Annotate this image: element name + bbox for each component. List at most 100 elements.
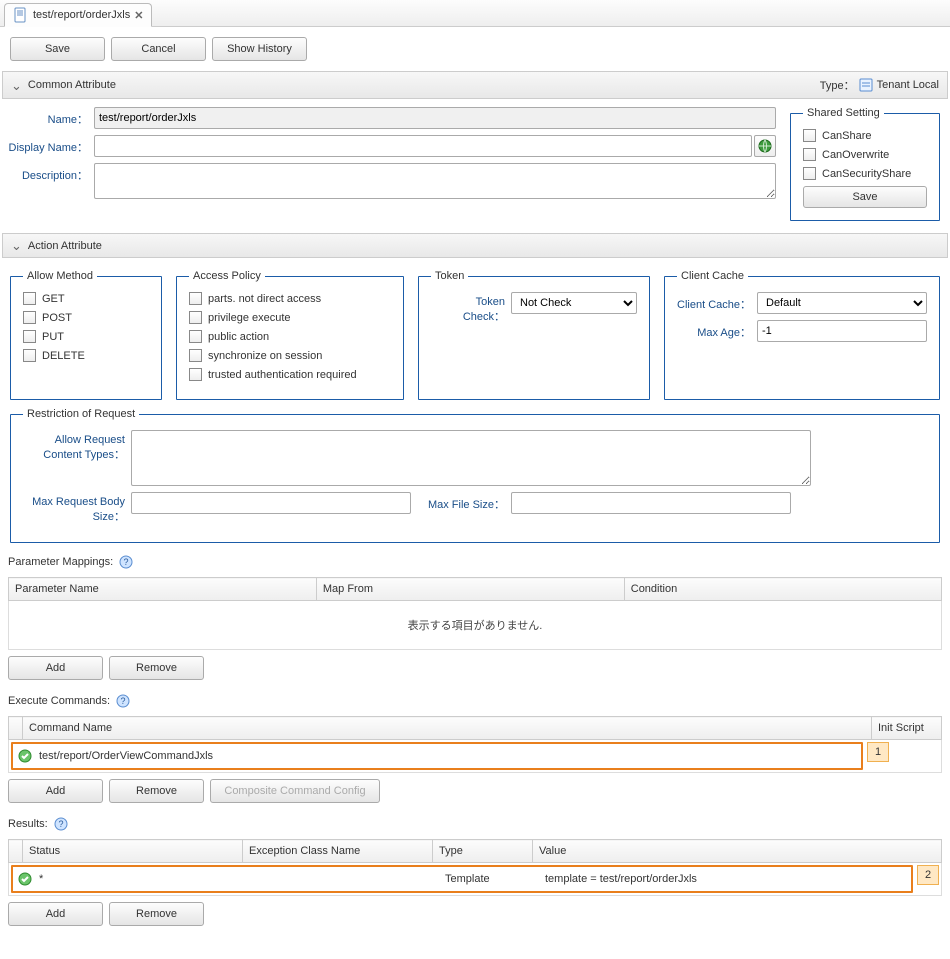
- display-name-label: Display Name：: [8, 135, 94, 155]
- globe-icon: [758, 139, 772, 153]
- result-type: Template: [445, 873, 545, 885]
- col-parameter-name[interactable]: Parameter Name: [9, 578, 317, 601]
- col-exception[interactable]: Exception Class Name: [243, 840, 433, 863]
- exec-remove-button[interactable]: Remove: [109, 779, 204, 803]
- col-command-name[interactable]: Command Name: [23, 717, 872, 740]
- section-title: Common Attribute: [28, 79, 116, 91]
- col-value[interactable]: Value: [533, 840, 942, 863]
- allow-method-fieldset: Allow Method GET POST PUT DELETE: [10, 270, 162, 400]
- put-checkbox[interactable]: [23, 330, 36, 343]
- allow-ct-field[interactable]: [131, 430, 811, 486]
- post-label: POST: [42, 312, 72, 324]
- results-add-button[interactable]: Add: [8, 902, 103, 926]
- svg-text:?: ?: [121, 696, 126, 706]
- max-file-field[interactable]: [511, 492, 791, 514]
- public-label: public action: [208, 331, 269, 343]
- delete-label: DELETE: [42, 350, 85, 362]
- can-share-label: CanShare: [822, 130, 872, 142]
- can-security-share-checkbox[interactable]: [803, 167, 816, 180]
- localize-button[interactable]: [754, 135, 776, 157]
- name-label: Name：: [8, 107, 94, 127]
- token-check-select[interactable]: Not Check: [511, 292, 637, 314]
- description-field[interactable]: [94, 163, 776, 199]
- chevron-down-icon: ⌄: [11, 239, 22, 252]
- tab-title: test/report/orderJxls: [33, 9, 130, 21]
- trusted-checkbox[interactable]: [189, 368, 202, 381]
- tab-order-jxls[interactable]: test/report/orderJxls ✕: [4, 3, 152, 27]
- result-status: *: [39, 873, 257, 885]
- param-add-button[interactable]: Add: [8, 656, 103, 680]
- shared-legend: Shared Setting: [803, 107, 884, 119]
- max-body-field[interactable]: [131, 492, 411, 514]
- privilege-checkbox[interactable]: [189, 311, 202, 324]
- token-check-label: Token Check：: [431, 292, 511, 324]
- shared-save-button[interactable]: Save: [803, 186, 927, 208]
- badge-1: 1: [867, 742, 889, 762]
- display-name-field[interactable]: [94, 135, 752, 157]
- public-checkbox[interactable]: [189, 330, 202, 343]
- col-condition[interactable]: Condition: [624, 578, 941, 601]
- parameter-mappings-label: Parameter Mappings: ?: [0, 555, 950, 573]
- max-age-field[interactable]: [757, 320, 927, 342]
- col-type[interactable]: Type: [433, 840, 533, 863]
- execute-commands-grid: Command Name Init Script test/report/Ord…: [8, 716, 942, 773]
- help-icon[interactable]: ?: [54, 817, 68, 831]
- col-init-script[interactable]: Init Script: [872, 717, 942, 740]
- token-legend: Token: [431, 270, 468, 282]
- access-policy-fieldset: Access Policy parts. not direct access p…: [176, 270, 404, 400]
- composite-config-button[interactable]: Composite Command Config: [210, 779, 380, 803]
- close-icon[interactable]: ✕: [134, 9, 143, 22]
- can-share-checkbox[interactable]: [803, 129, 816, 142]
- max-body-label: Max Request Body Size：: [23, 492, 131, 524]
- col-map-from[interactable]: Map From: [316, 578, 624, 601]
- put-label: PUT: [42, 331, 64, 343]
- token-fieldset: Token Token Check： Not Check: [418, 270, 650, 400]
- description-label: Description：: [8, 163, 94, 183]
- save-button[interactable]: Save: [10, 37, 105, 61]
- command-name: test/report/OrderViewCommandJxls: [39, 750, 213, 762]
- shared-setting-fieldset: Shared Setting CanShare CanOverwrite Can…: [790, 107, 940, 221]
- chevron-down-icon: ⌄: [11, 79, 22, 92]
- delete-checkbox[interactable]: [23, 349, 36, 362]
- client-cache-label: Client Cache：: [677, 292, 757, 312]
- badge-2: 2: [917, 865, 939, 885]
- restriction-legend: Restriction of Request: [23, 408, 139, 420]
- tab-bar: test/report/orderJxls ✕: [0, 0, 950, 27]
- help-icon[interactable]: ?: [116, 694, 130, 708]
- result-value: template = test/report/orderJxls: [545, 873, 697, 885]
- post-checkbox[interactable]: [23, 311, 36, 324]
- results-remove-button[interactable]: Remove: [109, 902, 204, 926]
- cancel-button[interactable]: Cancel: [111, 37, 206, 61]
- restriction-fieldset: Restriction of Request Allow Request Con…: [10, 408, 940, 543]
- section-common-attribute[interactable]: ⌄ Common Attribute Type： Tenant Local: [2, 71, 948, 99]
- sync-label: synchronize on session: [208, 350, 322, 362]
- client-cache-select[interactable]: Default: [757, 292, 927, 314]
- type-label: Type：: [820, 77, 855, 93]
- command-row[interactable]: test/report/OrderViewCommandJxls: [11, 742, 863, 770]
- parts-checkbox[interactable]: [189, 292, 202, 305]
- result-row[interactable]: * Template template = test/report/orderJ…: [11, 865, 913, 893]
- can-overwrite-label: CanOverwrite: [822, 149, 889, 161]
- svg-text:?: ?: [58, 819, 63, 829]
- name-field[interactable]: [94, 107, 776, 129]
- can-overwrite-checkbox[interactable]: [803, 148, 816, 161]
- command-icon: [17, 748, 33, 764]
- show-history-button[interactable]: Show History: [212, 37, 307, 61]
- max-age-label: Max Age：: [677, 320, 757, 340]
- client-cache-legend: Client Cache: [677, 270, 748, 282]
- access-policy-legend: Access Policy: [189, 270, 265, 282]
- param-remove-button[interactable]: Remove: [109, 656, 204, 680]
- get-checkbox[interactable]: [23, 292, 36, 305]
- allow-method-legend: Allow Method: [23, 270, 97, 282]
- common-panel-body: Name： Display Name： Description： Shared …: [0, 99, 950, 233]
- sync-checkbox[interactable]: [189, 349, 202, 362]
- action-panel-body: Allow Method GET POST PUT DELETE Access …: [0, 258, 950, 555]
- exec-add-button[interactable]: Add: [8, 779, 103, 803]
- section-action-attribute[interactable]: ⌄ Action Attribute: [2, 233, 948, 258]
- col-status[interactable]: Status: [23, 840, 243, 863]
- help-icon[interactable]: ?: [119, 555, 133, 569]
- svg-text:?: ?: [124, 557, 129, 567]
- privilege-label: privilege execute: [208, 312, 291, 324]
- type-value: Tenant Local: [877, 79, 939, 91]
- client-cache-fieldset: Client Cache Client Cache： Default Max A…: [664, 270, 940, 400]
